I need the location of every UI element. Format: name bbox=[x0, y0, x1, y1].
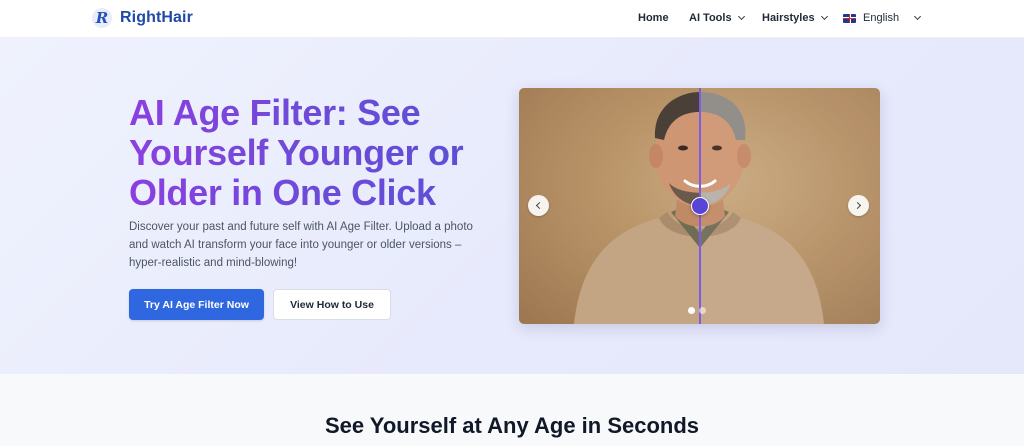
slide-indicator bbox=[688, 307, 706, 314]
chevron-down-icon bbox=[820, 12, 828, 21]
hero-section: AI Age Filter: See Yourself Younger or O… bbox=[0, 38, 1024, 374]
chevron-left-icon bbox=[535, 201, 544, 210]
hero-description: Discover your past and future self with … bbox=[129, 221, 473, 269]
prev-slide-button[interactable] bbox=[528, 195, 549, 216]
hero-title: AI Age Filter: See Yourself Younger or O… bbox=[129, 93, 509, 213]
main-nav: Home AI Tools Hairstyles English bbox=[0, 0, 1024, 38]
slider-drag-handle[interactable] bbox=[691, 197, 709, 215]
slide-dot-1[interactable] bbox=[688, 307, 695, 314]
features-section: See Yourself at Any Age in Seconds bbox=[0, 374, 1024, 446]
nav-hairstyles-dropdown[interactable]: Hairstyles bbox=[762, 12, 828, 24]
language-selector[interactable]: English bbox=[843, 12, 922, 24]
uk-flag-icon bbox=[843, 13, 856, 23]
before-after-slider[interactable] bbox=[519, 88, 880, 324]
view-how-to-use-button[interactable]: View How to Use bbox=[273, 289, 391, 320]
nav-home-link[interactable]: Home bbox=[638, 12, 669, 24]
section-title: See Yourself at Any Age in Seconds bbox=[324, 413, 700, 438]
next-slide-button[interactable] bbox=[848, 195, 869, 216]
top-navbar: R RightHair Home AI Tools Hairstyles Eng… bbox=[0, 0, 1024, 38]
chevron-down-icon bbox=[914, 12, 922, 21]
chevron-down-icon bbox=[737, 12, 745, 21]
try-ai-age-filter-button[interactable]: Try AI Age Filter Now bbox=[129, 289, 264, 320]
chevron-right-icon bbox=[853, 201, 862, 210]
nav-ai-tools-dropdown[interactable]: AI Tools bbox=[689, 12, 745, 24]
language-label: English bbox=[863, 12, 900, 24]
slide-dot-2[interactable] bbox=[699, 307, 706, 314]
